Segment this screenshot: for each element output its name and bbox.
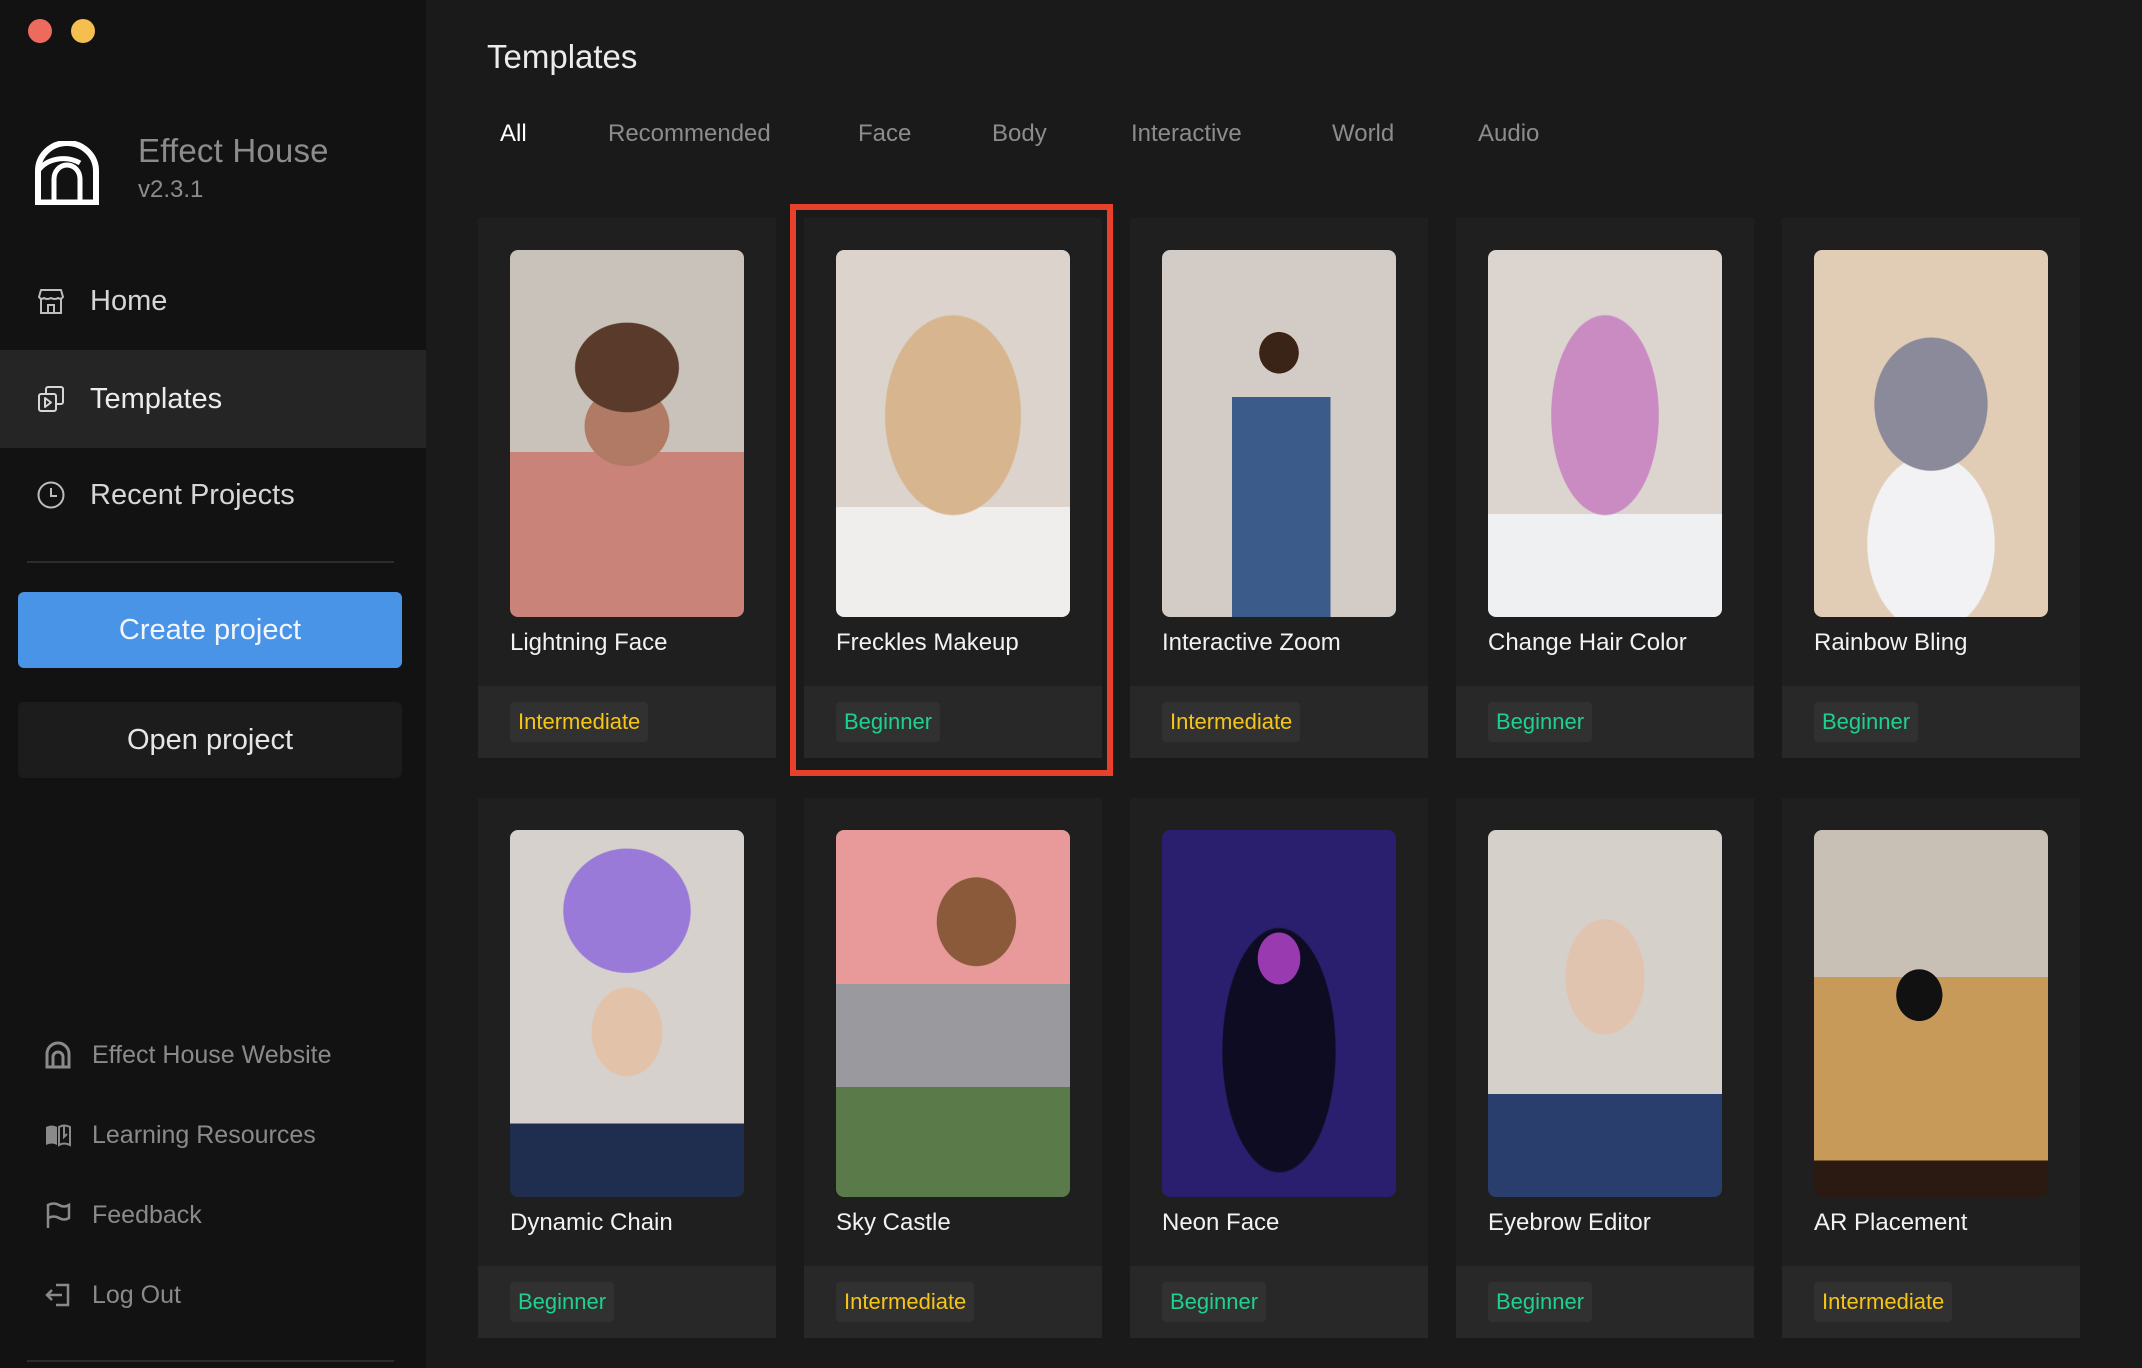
template-card[interactable]: AR Placement Intermediate: [1782, 798, 2080, 1338]
template-footer: Beginner: [1782, 686, 2080, 758]
sidebar-divider: [27, 561, 394, 563]
app-version: v2.3.1: [138, 176, 204, 203]
templates-icon: [38, 386, 64, 412]
sidebar-item-recent-projects[interactable]: Recent Projects: [0, 446, 426, 544]
template-thumbnail: [836, 830, 1070, 1197]
template-thumbnail: [1488, 830, 1722, 1197]
sidebar-item-label: Templates: [90, 382, 223, 415]
difficulty-badge: Intermediate: [1162, 702, 1301, 742]
template-title: Change Hair Color: [1488, 629, 1687, 656]
open-project-button[interactable]: Open project: [18, 702, 402, 778]
difficulty-badge: Beginner: [510, 1282, 615, 1322]
tab-face[interactable]: Face: [858, 120, 911, 148]
template-thumbnail: [1488, 250, 1722, 617]
template-card[interactable]: Change Hair Color Beginner: [1456, 218, 1754, 758]
template-thumbnail: [1162, 250, 1396, 617]
template-thumbnail: [836, 250, 1070, 617]
template-title: Freckles Makeup: [836, 629, 1019, 656]
link-label: Effect House Website: [92, 1040, 332, 1069]
template-card[interactable]: Lightning Face Intermediate: [478, 218, 776, 758]
template-footer: Intermediate: [1130, 686, 1428, 758]
template-footer: Intermediate: [478, 686, 776, 758]
tab-interactive[interactable]: Interactive: [1131, 120, 1242, 148]
template-card[interactable]: Eyebrow Editor Beginner: [1456, 798, 1754, 1338]
difficulty-badge: Beginner: [1162, 1282, 1267, 1322]
template-title: Lightning Face: [510, 629, 668, 656]
difficulty-badge: Beginner: [1488, 1282, 1593, 1322]
difficulty-badge: Beginner: [1488, 702, 1593, 742]
tab-audio[interactable]: Audio: [1478, 120, 1539, 148]
link-log-out[interactable]: Log Out: [44, 1275, 181, 1315]
link-feedback[interactable]: Feedback: [44, 1195, 202, 1235]
template-thumbnail: [510, 830, 744, 1197]
template-title: Dynamic Chain: [510, 1209, 673, 1236]
template-thumbnail: [510, 250, 744, 617]
tab-world[interactable]: World: [1332, 120, 1394, 148]
sidebar-item-templates[interactable]: Templates: [0, 350, 426, 448]
template-title: AR Placement: [1814, 1209, 1968, 1236]
template-title: Interactive Zoom: [1162, 629, 1341, 656]
difficulty-badge: Beginner: [1814, 702, 1919, 742]
flag-icon: [46, 1202, 71, 1228]
tab-all[interactable]: All: [500, 120, 527, 148]
template-card[interactable]: Interactive Zoom Intermediate: [1130, 218, 1428, 758]
template-footer: Beginner: [804, 686, 1102, 758]
link-learning-resources[interactable]: Learning Resources: [44, 1115, 316, 1155]
difficulty-badge: Intermediate: [1814, 1282, 1953, 1322]
sidebar: Effect House v2.3.1 Home Templates Recen…: [0, 0, 426, 1368]
tab-body[interactable]: Body: [992, 120, 1047, 148]
window-close-button[interactable]: [28, 19, 52, 43]
sidebar-item-label: Home: [90, 284, 168, 317]
template-title: Neon Face: [1162, 1209, 1280, 1236]
link-label: Learning Resources: [92, 1120, 316, 1149]
template-card[interactable]: Dynamic Chain Beginner: [478, 798, 776, 1338]
template-card[interactable]: Neon Face Beginner: [1130, 798, 1428, 1338]
page-title: Templates: [487, 38, 638, 75]
difficulty-badge: Intermediate: [510, 702, 649, 742]
window-minimize-button[interactable]: [71, 19, 95, 43]
link-label: Feedback: [92, 1200, 202, 1229]
template-footer: Intermediate: [1782, 1266, 2080, 1338]
effect-house-icon: [45, 1041, 71, 1069]
link-effect-house-website[interactable]: Effect House Website: [44, 1035, 331, 1075]
template-thumbnail: [1814, 830, 2048, 1197]
logout-icon: [45, 1283, 70, 1307]
template-footer: Beginner: [478, 1266, 776, 1338]
template-thumbnail: [1814, 250, 2048, 617]
app-name: Effect House: [138, 132, 329, 169]
sidebar-bottom-divider: [27, 1360, 394, 1362]
template-footer: Intermediate: [804, 1266, 1102, 1338]
store-icon: [38, 289, 64, 314]
link-label: Log Out: [92, 1280, 181, 1309]
template-footer: Beginner: [1456, 686, 1754, 758]
template-footer: Beginner: [1130, 1266, 1428, 1338]
book-icon: [46, 1124, 71, 1147]
template-card[interactable]: Rainbow Bling Beginner: [1782, 218, 2080, 758]
difficulty-badge: Intermediate: [836, 1282, 975, 1322]
difficulty-badge: Beginner: [836, 702, 941, 742]
template-card[interactable]: Sky Castle Intermediate: [804, 798, 1102, 1338]
template-title: Eyebrow Editor: [1488, 1209, 1651, 1236]
template-card[interactable]: Freckles Makeup Beginner: [804, 218, 1102, 758]
template-thumbnail: [1162, 830, 1396, 1197]
clock-icon: [37, 481, 65, 509]
tab-recommended[interactable]: Recommended: [608, 120, 771, 148]
effect-house-logo-icon: [35, 141, 99, 205]
template-footer: Beginner: [1456, 1266, 1754, 1338]
sidebar-item-label: Recent Projects: [90, 478, 295, 511]
sidebar-item-home[interactable]: Home: [0, 252, 426, 350]
template-title: Sky Castle: [836, 1209, 951, 1236]
template-title: Rainbow Bling: [1814, 629, 1968, 656]
create-project-button[interactable]: Create project: [18, 592, 402, 668]
